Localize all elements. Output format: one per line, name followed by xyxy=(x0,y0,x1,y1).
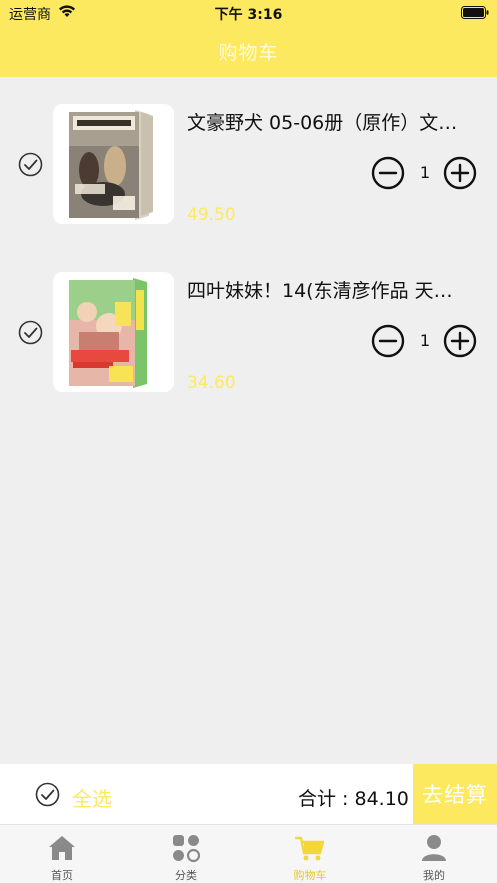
tab-category[interactable]: 分类 xyxy=(124,825,248,883)
checkout-button[interactable]: 去结算 xyxy=(413,764,497,824)
item-checkbox-icon[interactable] xyxy=(18,152,43,177)
book-cover-art xyxy=(53,272,174,392)
tab-label: 购物车 xyxy=(293,869,327,882)
cart-icon xyxy=(295,836,325,861)
select-all-checkbox-icon[interactable] xyxy=(35,782,60,807)
minus-circle-icon[interactable] xyxy=(371,324,405,358)
plus-circle-icon[interactable] xyxy=(443,156,477,190)
home-icon xyxy=(49,836,75,860)
tab-bar: 首页 分类 购物车 我的 xyxy=(0,824,497,883)
status-bar: 运营商 下午 3:16 xyxy=(0,0,497,26)
item-title[interactable]: 四叶妹妹！14(东清彦作品 天… xyxy=(187,276,482,303)
checkout-bar: 全选 合计 : 84.10 去结算 xyxy=(0,764,497,824)
tab-cart[interactable]: 购物车 xyxy=(248,825,372,883)
battery-icon xyxy=(461,6,489,19)
plus-circle-icon[interactable] xyxy=(443,324,477,358)
total-amount: 合计 : 84.10 xyxy=(298,788,409,810)
item-checkbox-icon[interactable] xyxy=(18,320,43,345)
tab-label: 我的 xyxy=(423,869,445,882)
header: 运营商 下午 3:16 购物车 xyxy=(0,0,497,77)
category-grid-icon xyxy=(173,835,201,863)
book-cover-image[interactable] xyxy=(53,104,174,224)
select-all-label[interactable]: 全选 xyxy=(72,783,112,812)
item-price: 34.60 xyxy=(187,373,236,393)
status-time: 下午 3:16 xyxy=(214,7,283,23)
tab-label: 分类 xyxy=(175,869,197,882)
book-cover-art xyxy=(53,104,174,224)
tab-profile[interactable]: 我的 xyxy=(372,825,496,883)
profile-icon xyxy=(422,835,446,861)
item-quantity: 1 xyxy=(419,331,431,350)
cart-item: 四叶妹妹！14(东清彦作品 天… 1 34.60 xyxy=(0,268,497,398)
tab-home[interactable]: 首页 xyxy=(0,825,124,883)
item-price: 49.50 xyxy=(187,205,236,225)
book-cover-image[interactable] xyxy=(53,272,174,392)
minus-circle-icon[interactable] xyxy=(371,156,405,190)
cart-item: 文豪野犬 05-06册（原作）文… 1 49.50 xyxy=(0,100,497,230)
item-quantity: 1 xyxy=(419,163,431,182)
item-title[interactable]: 文豪野犬 05-06册（原作）文… xyxy=(187,108,482,135)
cart-screen: 运营商 下午 3:16 购物车 文豪野犬 05-06册（原作）文… 1 49.5… xyxy=(0,0,497,883)
page-title: 购物车 xyxy=(218,42,279,64)
tab-label: 首页 xyxy=(51,869,73,882)
